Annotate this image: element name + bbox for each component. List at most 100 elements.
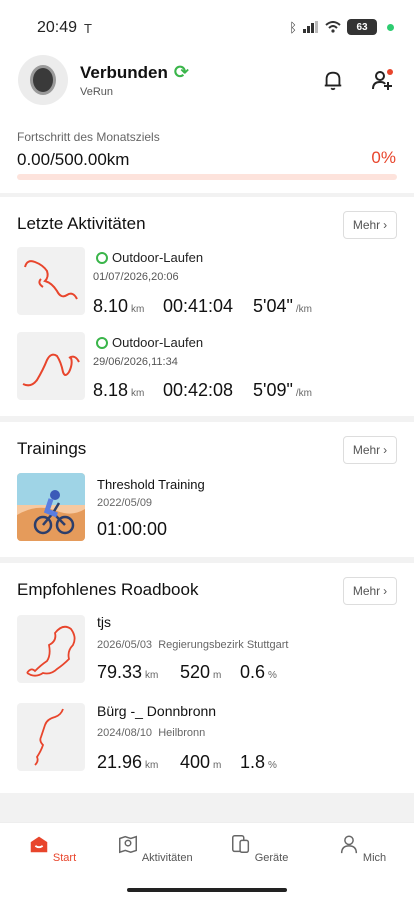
watch-small-icon [96, 251, 108, 264]
tab-label: Geräte [254, 852, 289, 864]
training-date: 2022/05/09 [97, 497, 153, 509]
activity-distance: 8.10 km [93, 296, 144, 317]
pace-value: 5'09" [253, 380, 293, 400]
status-bar: 20:49 T ᛒ 63 [0, 0, 414, 50]
activity-type-label: Outdoor-Laufen [112, 335, 204, 350]
watch-icon [30, 65, 56, 95]
chevron-right-icon: › [383, 584, 388, 598]
home-indicator[interactable] [127, 888, 287, 892]
distance-unit: km [131, 388, 145, 399]
activity-pace: 5'04"/km [253, 296, 312, 317]
tab-me[interactable]: Mich [317, 833, 407, 864]
distance-unit: km [145, 760, 159, 771]
distance-unit: km [145, 670, 159, 681]
activity-date: 01/07/2026,20:06 [93, 271, 179, 283]
trainings-more-button[interactable]: Mehr › [343, 436, 397, 464]
roadbook-region: Regierungsbezirk Stuttgart [158, 639, 289, 651]
roadbook-name: Bürg -_ Donnbronn [97, 703, 217, 719]
watch-small-icon [96, 336, 108, 349]
tab-activities[interactable]: Aktivitäten [110, 833, 200, 864]
training-illustration[interactable] [17, 473, 85, 541]
home-icon [30, 836, 48, 853]
roadbook-distance: 79.33 km [97, 662, 158, 683]
activity-pace: 5'09"/km [253, 380, 312, 401]
elevation-value: 520 [180, 662, 211, 682]
roadbook-title: Empfohlenes Roadbook [17, 580, 199, 599]
roadbook-route-thumb[interactable] [17, 703, 85, 771]
sync-icon[interactable]: ⟳ [174, 62, 189, 83]
pace-unit: /km [295, 388, 312, 399]
bluetooth-icon: ᛒ [289, 19, 297, 35]
activity-route-thumb[interactable] [17, 247, 85, 315]
device-name: VeRun [80, 86, 114, 98]
activity-duration: 00:42:08 [163, 380, 234, 400]
activity-date: 29/06/2026,11:34 [93, 356, 178, 368]
goal-percent: 0% [371, 148, 396, 167]
add-user-icon[interactable] [370, 68, 394, 92]
trainings-title: Trainings [17, 439, 87, 458]
training-name: Threshold Training [97, 477, 205, 492]
battery-icon: 63 [347, 19, 377, 35]
roadbook-region: Heilbronn [158, 727, 206, 739]
watch-avatar[interactable] [18, 55, 68, 105]
elevation-unit: m [213, 760, 222, 771]
distance-value: 8.18 [93, 380, 129, 400]
tab-label: Mich [362, 852, 387, 864]
activity-duration: 00:41:04 [163, 296, 234, 316]
chevron-right-icon: › [383, 218, 388, 232]
device-status[interactable]: Verbunden ⟳ [80, 62, 189, 83]
roadbook-grade: 0.6% [240, 662, 277, 683]
pace-unit: /km [295, 304, 312, 315]
activity-route-thumb[interactable] [17, 332, 85, 400]
roadbook-route-thumb[interactable] [17, 615, 85, 683]
activity-type: Outdoor-Laufen [96, 250, 203, 265]
distance-value: 79.33 [97, 662, 143, 682]
roadbook-date: 2026/05/03 [97, 639, 153, 651]
distance-value: 21.96 [97, 752, 143, 772]
more-label: Mehr [352, 218, 381, 232]
elevation-unit: m [213, 670, 222, 681]
roadbook-grade: 1.8% [240, 752, 277, 773]
roadbook-elevation: 520 m [180, 662, 221, 683]
roadbook-name: tjs [97, 614, 111, 630]
goal-value: 0.00/500.00km [17, 150, 130, 169]
roadbook-meta: 2024/08/10 Heilbronn [97, 727, 205, 739]
bell-icon[interactable] [322, 68, 344, 92]
roadbook-meta: 2026/05/03 Regierungsbezirk Stuttgart [97, 639, 288, 651]
devices-icon [231, 835, 249, 853]
indicator-dot [387, 23, 394, 31]
activity-type-label: Outdoor-Laufen [112, 250, 204, 265]
tab-devices[interactable]: Geräte [214, 833, 304, 864]
goal-label: Fortschritt des Monatsziels [17, 130, 160, 144]
status-time: 20:49 [37, 19, 78, 36]
distance-unit: km [131, 304, 145, 315]
activities-title: Letzte Aktivitäten [17, 214, 146, 233]
roadbook-date: 2024/08/10 [97, 727, 153, 739]
status-icons: ᛒ 63 [289, 19, 394, 35]
tab-label: Aktivitäten [141, 852, 193, 864]
more-label: Mehr [352, 584, 381, 598]
signal-icon [303, 21, 318, 33]
activity-type: Outdoor-Laufen [96, 335, 203, 350]
tesla-icon: T [84, 21, 92, 36]
grade-value: 1.8 [240, 752, 266, 772]
chevron-right-icon: › [383, 443, 388, 457]
person-icon [340, 835, 357, 854]
grade-value: 0.6 [240, 662, 266, 682]
roadbook-more-button[interactable]: Mehr › [343, 577, 397, 605]
tab-label: Start [52, 852, 77, 864]
activities-more-button[interactable]: Mehr › [343, 211, 397, 239]
map-pin-icon [119, 835, 138, 854]
tab-start[interactable]: Start [7, 833, 97, 864]
grade-unit: % [268, 760, 277, 771]
elevation-value: 400 [180, 752, 211, 772]
goal-progress-bar [17, 174, 397, 180]
roadbook-distance: 21.96 km [97, 752, 158, 773]
training-duration: 01:00:00 [97, 519, 168, 539]
roadbook-elevation: 400 m [180, 752, 221, 773]
more-label: Mehr [352, 443, 381, 457]
grade-unit: % [268, 670, 277, 681]
wifi-icon [325, 21, 341, 33]
pace-value: 5'04" [253, 296, 293, 316]
activity-distance: 8.18 km [93, 380, 144, 401]
